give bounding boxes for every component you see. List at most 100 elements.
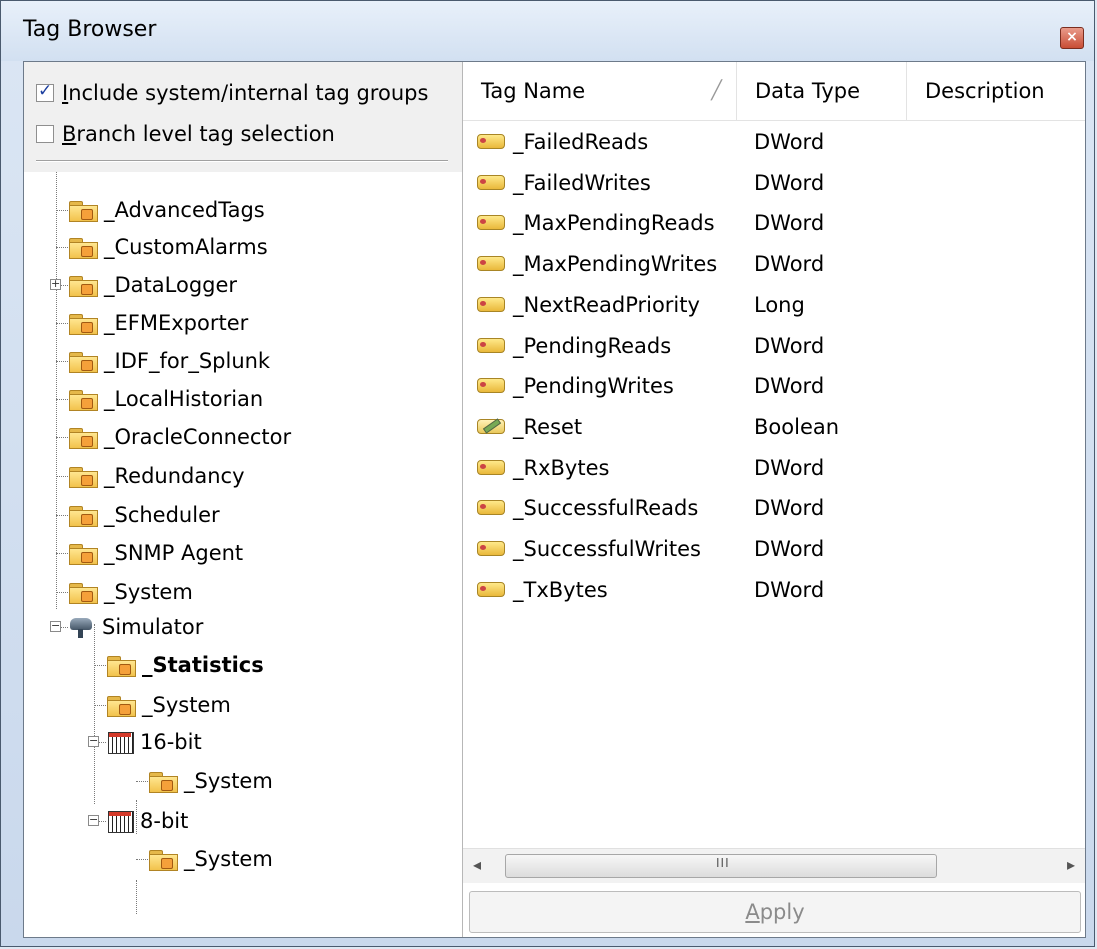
table-row[interactable]: _SuccessfulReads DWord: [463, 488, 1085, 528]
table-row[interactable]: _SuccessfulWrites DWord: [463, 529, 1085, 569]
column-header-tag-name[interactable]: Tag Name ╱: [463, 62, 737, 120]
column-header-tag-name-label: Tag Name: [481, 79, 586, 103]
include-system-option[interactable]: Include system/internal tag groups: [36, 79, 428, 107]
tag-group-folder-icon: [68, 350, 98, 373]
tree-node[interactable]: _LocalHistorian: [68, 384, 263, 414]
collapse-icon[interactable]: −: [88, 814, 99, 826]
tag-badge-icon: [81, 591, 93, 602]
apply-button[interactable]: Apply: [469, 891, 1081, 933]
table-row[interactable]: _NextReadPriority Long: [463, 285, 1085, 325]
tree-node[interactable]: _OracleConnector: [68, 422, 291, 452]
column-header-description[interactable]: Description: [907, 62, 1085, 120]
tag-group-folder-icon: [68, 274, 98, 297]
tag-group-folder-icon: [68, 581, 98, 604]
tag-icon: [477, 458, 505, 476]
tag-badge-icon: [161, 780, 173, 791]
tree-node-label: 16-bit: [140, 730, 202, 754]
include-system-checkbox[interactable]: [36, 81, 54, 102]
branch-level-label: Branch level tag selection: [62, 122, 335, 146]
tree-connector: [94, 665, 106, 666]
scroll-right-arrow-icon[interactable]: ▸: [1067, 855, 1075, 874]
data-type-cell: Long: [754, 292, 805, 317]
branch-level-option[interactable]: Branch level tag selection: [36, 120, 335, 148]
tag-badge-icon: [81, 514, 93, 525]
tree-connector: [94, 705, 106, 706]
tag-name-cell: _SuccessfulWrites: [513, 537, 701, 561]
scroll-left-arrow-icon[interactable]: ◂: [473, 855, 481, 874]
tag-group-folder-icon: [106, 694, 136, 717]
tree-node[interactable]: 8-bit: [106, 806, 188, 836]
tree-node[interactable]: _EFMExporter: [68, 308, 248, 338]
tree-node[interactable]: _Redundancy: [68, 461, 245, 491]
table-row[interactable]: _PendingWrites DWord: [463, 366, 1085, 406]
table-row[interactable]: _MaxPendingReads DWord: [463, 203, 1085, 243]
tree-node[interactable]: _IDF_for_Splunk: [68, 346, 270, 376]
tag-icon: [477, 295, 505, 313]
tag-icon: [477, 213, 505, 231]
tag-icon: [477, 336, 505, 354]
tag-group-folder-icon: [68, 312, 98, 335]
table-row[interactable]: _Reset Boolean: [463, 407, 1085, 447]
tree-connector: [56, 323, 68, 324]
column-header-data-type-label: Data Type: [755, 79, 861, 103]
branch-level-checkbox[interactable]: [36, 125, 54, 143]
collapse-icon[interactable]: −: [88, 735, 99, 747]
tag-badge-icon: [81, 246, 93, 257]
tag-group-folder-icon: [68, 199, 98, 222]
tree-connector: [56, 592, 68, 593]
tag-name-cell: _NextReadPriority: [513, 292, 700, 317]
client-area: Include system/internal tag groups Branc…: [23, 61, 1086, 938]
tree-node-label: _AdvancedTags: [104, 198, 265, 222]
table-row[interactable]: _PendingReads DWord: [463, 326, 1085, 366]
include-system-label: Include system/internal tag groups: [62, 81, 429, 105]
tree-connector: [56, 437, 68, 438]
tree-node[interactable]: _DataLogger: [68, 270, 237, 300]
tag-name-cell: _FailedReads: [513, 130, 649, 154]
tag-badge-icon: [161, 858, 173, 869]
tree-node[interactable]: _SNMP Agent: [68, 538, 243, 568]
tag-badge-icon: [81, 322, 93, 333]
column-header-row: Tag Name ╱ Data Type Description: [463, 62, 1085, 121]
scrollbar-thumb[interactable]: III: [505, 854, 937, 878]
tree-node[interactable]: 16-bit: [106, 727, 202, 757]
data-type-cell: DWord: [754, 170, 825, 195]
tag-icon: [477, 376, 505, 394]
device-icon: [106, 809, 134, 833]
tag-name-cell: _MaxPendingWrites: [513, 252, 718, 277]
data-type-cell: DWord: [754, 211, 825, 236]
collapse-icon[interactable]: −: [50, 620, 61, 632]
data-type-cell: DWord: [754, 496, 825, 521]
tree-node[interactable]: _Scheduler: [68, 500, 220, 530]
expand-icon[interactable]: +: [50, 278, 61, 290]
table-row[interactable]: _FailedReads DWord: [463, 122, 1085, 162]
tag-name-cell: _SuccessfulReads: [513, 496, 699, 521]
table-row[interactable]: _FailedWrites DWord: [463, 163, 1085, 203]
tree-node[interactable]: _System: [68, 577, 193, 607]
title-bar[interactable]: Tag Browser ×: [1, 1, 1094, 61]
tag-group-folder-icon: [148, 770, 178, 793]
tree-node-label: _Statistics: [142, 653, 264, 677]
tree-node[interactable]: _System: [148, 766, 273, 796]
tree-connector: [56, 210, 68, 211]
table-row[interactable]: _MaxPendingWrites DWord: [463, 244, 1085, 284]
tree-node[interactable]: _CustomAlarms: [68, 232, 268, 262]
tree-node[interactable]: Simulator: [68, 612, 203, 642]
data-type-cell: DWord: [754, 252, 825, 277]
column-header-data-type[interactable]: Data Type: [737, 62, 907, 120]
table-row[interactable]: _TxBytes DWord: [463, 570, 1085, 610]
tree-node[interactable]: _Statistics: [106, 650, 264, 680]
tag-tree[interactable]: _AdvancedTags _CustomAlarms + _DataLogger _E…: [24, 172, 462, 932]
tree-connector: [94, 624, 95, 804]
close-button[interactable]: ×: [1060, 27, 1084, 49]
tag-icon: [477, 132, 505, 150]
tree-node-label: _SNMP Agent: [104, 541, 244, 565]
tree-node[interactable]: _AdvancedTags: [68, 195, 265, 225]
tree-node[interactable]: _System: [106, 690, 231, 720]
table-row[interactable]: _RxBytes DWord: [463, 448, 1085, 488]
tag-name-cell: _PendingWrites: [513, 374, 674, 399]
data-type-cell: DWord: [754, 577, 825, 602]
tree-node[interactable]: _System: [148, 844, 273, 874]
options-panel: Include system/internal tag groups Branc…: [24, 62, 462, 172]
horizontal-scrollbar[interactable]: ◂ III ▸: [463, 848, 1085, 883]
apply-button-label: Apply: [745, 900, 805, 924]
